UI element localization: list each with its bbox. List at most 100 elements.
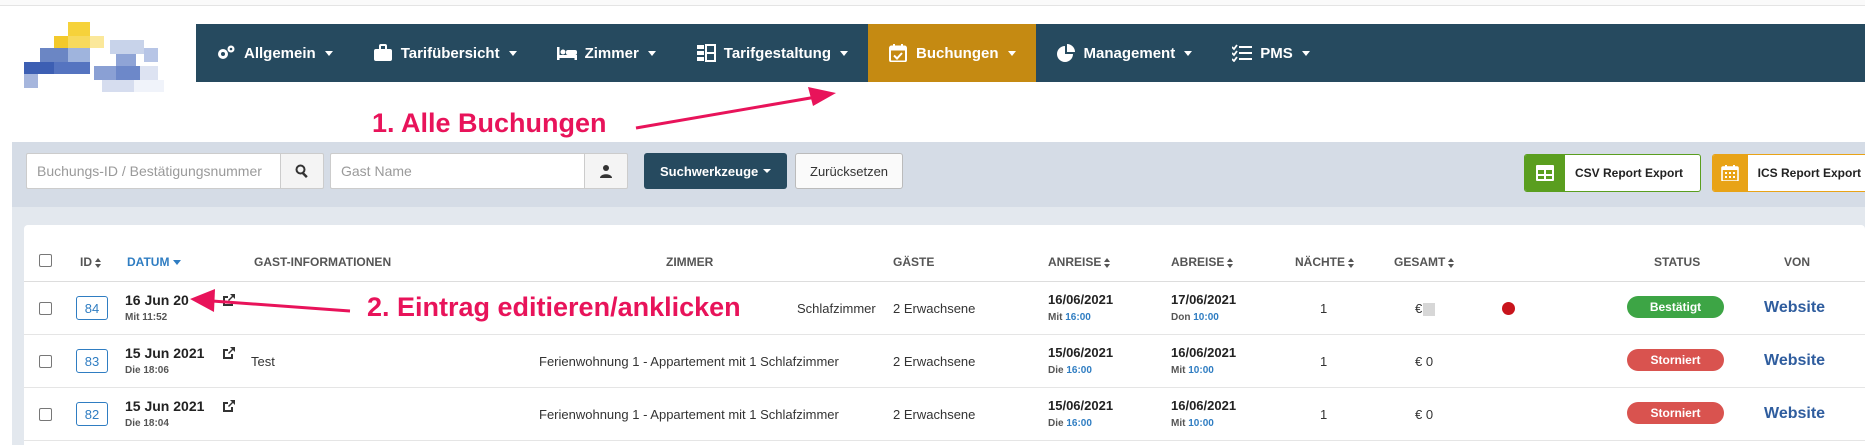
table-icon	[1525, 155, 1565, 191]
booking-id-link[interactable]: 82	[76, 402, 108, 426]
nights: 1	[1320, 407, 1328, 422]
col-header-status: STATUS	[1654, 255, 1701, 269]
logo[interactable]	[24, 22, 184, 92]
guest-count: 2 Erwachsene	[893, 407, 976, 422]
user-icon	[600, 165, 612, 178]
status-badge: Bestätigt	[1627, 296, 1724, 318]
total-price: € 0	[1415, 354, 1434, 369]
row-checkbox[interactable]	[39, 355, 52, 368]
nav-label: Zimmer	[584, 44, 639, 62]
room-name: Schlafzimmer	[797, 301, 876, 316]
annotation-step-1: 1. Alle Buchungen	[372, 108, 607, 138]
departure-date: 16/06/2021	[1171, 345, 1237, 360]
booking-id-link[interactable]: 83	[76, 349, 108, 373]
calendar-icon	[1713, 155, 1748, 191]
nav-item-management[interactable]: Management	[1036, 24, 1213, 82]
bookings-table-wrapper: ID DATUM GAST-INFORMATIONEN ZIMMER GÄSTE…	[12, 207, 1865, 445]
arrival-date: 15/06/2021	[1048, 345, 1114, 360]
booking-id-input[interactable]	[26, 153, 280, 189]
caret-down-icon	[324, 50, 333, 56]
arrival-time: Mit 16:00	[1048, 312, 1091, 323]
sort-icon	[95, 257, 102, 268]
col-header-date[interactable]: DATUM	[127, 255, 182, 269]
source-link[interactable]: Website	[1764, 352, 1825, 370]
nav-item-allgemein[interactable]: Allgemein	[196, 24, 353, 82]
source-link[interactable]: Website	[1764, 405, 1825, 423]
nav-item-zimmer[interactable]: Zimmer	[537, 24, 676, 82]
arrival-time: Die 16:00	[1048, 418, 1092, 429]
status-dot-icon	[1502, 302, 1515, 315]
col-header-nights[interactable]: NÄCHTE	[1295, 255, 1355, 269]
booking-created: Mit 11:52	[125, 312, 168, 323]
reset-button[interactable]: Zurücksetzen	[795, 153, 904, 189]
select-all-checkbox[interactable]	[39, 254, 52, 267]
annotation-step-2: 2. Eintrag editieren/anklicken	[367, 292, 741, 322]
ics-export-label: ICS Report Export	[1757, 166, 1861, 180]
caret-down-icon	[1301, 50, 1310, 56]
col-header-departure[interactable]: ABREISE	[1171, 255, 1234, 269]
search-button[interactable]	[280, 153, 324, 189]
caret-down-icon	[840, 50, 849, 56]
col-header-room: ZIMMER	[666, 255, 714, 269]
status-badge: Storniert	[1627, 349, 1724, 371]
booking-date: 15 Jun 2021	[125, 398, 205, 414]
nav-item-tarifgestaltung[interactable]: Tarifgestaltung	[676, 24, 868, 82]
search-panel: Suchwerkzeuge Zurücksetzen CSV Report Ex…	[12, 142, 1865, 207]
nav-label: Buchungen	[916, 44, 999, 62]
guest-info: Test	[251, 354, 275, 369]
pie-chart-icon	[1056, 44, 1075, 62]
caret-down-icon	[647, 50, 656, 56]
nav-label: PMS	[1260, 44, 1293, 62]
arrival-date: 16/06/2021	[1048, 292, 1114, 307]
booking-search-group	[26, 153, 324, 189]
row-checkbox[interactable]	[39, 302, 52, 315]
external-link-icon[interactable]	[222, 293, 236, 307]
sort-icon	[1104, 257, 1111, 268]
external-link-icon[interactable]	[222, 346, 236, 360]
table-row[interactable]: 83 15 Jun 2021 Die 18:06 Test Ferienwohn…	[24, 335, 1865, 388]
ics-export-button[interactable]: ICS Report Export	[1712, 154, 1865, 192]
search-tools-label: Suchwerkzeuge	[660, 163, 759, 179]
search-tools-dropdown[interactable]: Suchwerkzeuge	[644, 153, 788, 189]
caret-down-icon	[763, 169, 772, 173]
col-header-id[interactable]: ID	[80, 255, 102, 269]
status-badge: Storniert	[1627, 402, 1724, 424]
browser-top-edge	[0, 0, 1865, 6]
booking-date: 16 Jun 20	[125, 292, 189, 308]
row-checkbox[interactable]	[39, 408, 52, 421]
grid-icon	[696, 44, 716, 62]
search-icon	[295, 164, 308, 178]
redacted-amount	[1423, 303, 1436, 317]
total-price: € 0	[1415, 407, 1434, 422]
col-header-total[interactable]: GESAMT	[1394, 255, 1455, 269]
table-row[interactable]: 84 16 Jun 20 Mit 11:52 Schlafzimmer 2 Er…	[24, 282, 1865, 335]
external-link-icon[interactable]	[222, 399, 236, 413]
booking-created: Die 18:06	[125, 365, 169, 376]
main-navbar: Allgemein Tarifübersicht Zimmer Tarifges…	[196, 24, 1865, 82]
sort-desc-icon	[173, 260, 182, 266]
guest-name-input[interactable]	[330, 153, 584, 189]
guest-search-group	[330, 153, 628, 189]
nav-item-pms[interactable]: PMS	[1212, 24, 1330, 82]
nav-item-buchungen[interactable]: Buchungen	[868, 24, 1036, 82]
col-header-arrival[interactable]: ANREISE	[1048, 255, 1111, 269]
departure-time: Mit 10:00	[1171, 365, 1214, 376]
guest-count: 2 Erwachsene	[893, 301, 976, 316]
nav-label: Tarifgestaltung	[723, 44, 832, 62]
booking-id-link[interactable]: 84	[76, 296, 108, 320]
booking-date: 15 Jun 2021	[125, 345, 205, 361]
nav-item-tarifuebersicht[interactable]: Tarifübersicht	[353, 24, 537, 82]
table-row[interactable]: 82 15 Jun 2021 Die 18:04 Ferienwohnung 1…	[24, 388, 1865, 441]
guest-search-button[interactable]	[584, 153, 628, 189]
col-header-guests: GÄSTE	[893, 255, 935, 269]
departure-date: 17/06/2021	[1171, 292, 1237, 307]
csv-export-label: CSV Report Export	[1575, 166, 1684, 180]
nights: 1	[1320, 354, 1328, 369]
csv-export-button[interactable]: CSV Report Export	[1524, 154, 1701, 192]
nav-label: Management	[1083, 44, 1176, 62]
departure-time: Don 10:00	[1171, 312, 1219, 323]
nav-label: Allgemein	[244, 44, 316, 62]
list-check-icon	[1232, 44, 1253, 62]
room-name: Ferienwohnung 1 - Appartement mit 1 Schl…	[539, 354, 839, 369]
source-link[interactable]: Website	[1764, 299, 1825, 317]
